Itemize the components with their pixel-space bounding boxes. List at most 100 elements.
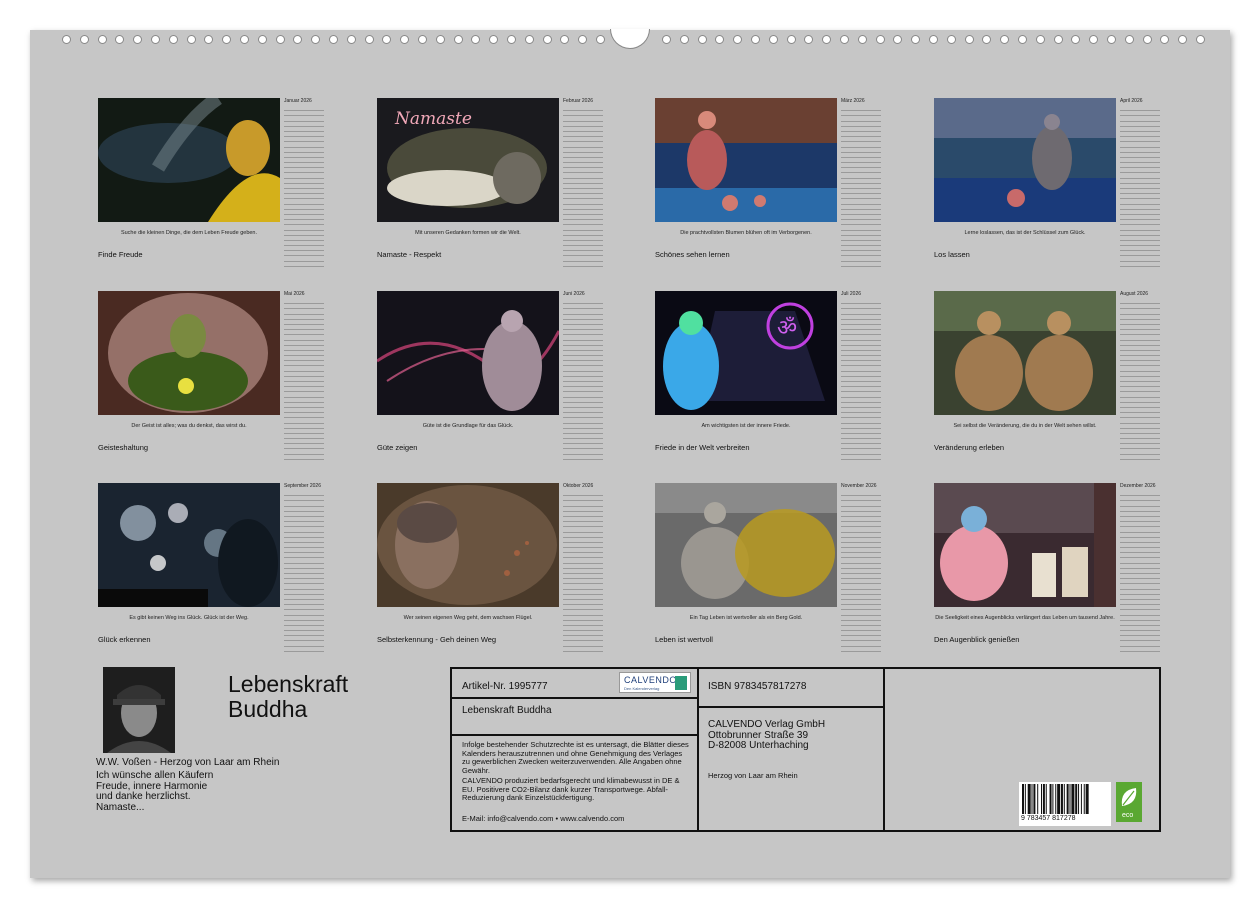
binding-hole <box>275 35 285 44</box>
author-name: W.W. Voßen - Herzog von Laar am Rhein <box>96 757 280 768</box>
day-line <box>563 455 603 460</box>
day-line <box>284 647 324 652</box>
month-title: Schönes sehen lernen <box>655 250 730 259</box>
binding-hole <box>662 35 671 44</box>
month-title: Veränderung erleben <box>934 443 1005 452</box>
month-calendar-strip: Januar 2026 <box>284 98 324 267</box>
month-photo: ॐ <box>655 291 837 415</box>
divider <box>452 734 697 736</box>
logo-text: CALVENDO <box>624 675 677 685</box>
binding-hole <box>697 35 707 44</box>
barcode-bar <box>1055 784 1057 814</box>
legal-notice: Infolge bestehender Schutzrechte ist es … <box>462 740 689 775</box>
info-column-middle: ISBN 9783457817278 CALVENDO Verlag GmbH … <box>699 669 885 830</box>
day-line <box>284 455 324 460</box>
barcode-bar <box>1071 784 1075 814</box>
contact-line: E-Mail: info@calvendo.com • www.calvendo… <box>462 814 625 823</box>
month-panel: August 2026 Sei selbst die Veränderung, d… <box>934 291 1174 461</box>
month-calendar-strip: November 2026 <box>841 483 881 652</box>
month-calendar-strip: Oktober 2026 <box>563 483 603 652</box>
message-line: Ich wünsche allen Käufern <box>96 770 214 781</box>
day-lines <box>1120 491 1160 652</box>
eco-badge: eco <box>1116 782 1142 822</box>
eco-label: eco <box>1122 812 1134 819</box>
divider <box>699 706 883 708</box>
month-panel: Januar 2026 Suche die kleinen Dinge, die … <box>98 98 338 268</box>
month-panel: Oktober 2026 Wer seinen eigenen Weg geht,… <box>377 483 617 653</box>
binding-hole <box>596 35 605 44</box>
barcode-bar <box>1057 784 1061 814</box>
calendar-title: Lebenskraft Buddha <box>228 672 348 722</box>
binding-hole <box>1035 35 1045 44</box>
binding-hole <box>964 35 974 44</box>
isbn-barcode: 9 783457 817278 <box>1019 782 1111 826</box>
month-calendar-strip: Juni 2026 <box>563 291 603 460</box>
publisher-info-box: Artikel-Nr. 1995777 CALVENDO Den Kalende… <box>450 667 1161 832</box>
title-line-2: Buddha <box>228 696 308 722</box>
day-line <box>563 262 603 267</box>
binding-hole <box>524 35 534 44</box>
day-lines <box>284 106 324 267</box>
binding-hole <box>435 35 445 44</box>
month-quote: Am wichtigsten ist der innere Friede. <box>701 423 791 429</box>
month-quote: Der Geist ist alles; was du denkst, das … <box>131 423 247 429</box>
month-name: November 2026 <box>841 483 877 489</box>
month-title: Namaste - Respekt <box>377 250 442 259</box>
month-calendar-strip: März 2026 <box>841 98 881 267</box>
title-line-1: Lebenskraft <box>228 671 349 697</box>
isbn: ISBN 9783457817278 <box>708 681 807 692</box>
barcode-bar <box>1078 784 1080 814</box>
month-panel: Dezember 2026 Die Seeligkeit eines Augenb… <box>934 483 1174 653</box>
month-panel: März 2026 Die prachtvollsten Blumen blühe… <box>655 98 895 268</box>
binding-hole <box>1107 35 1116 44</box>
divider <box>452 697 697 699</box>
barcode-bar <box>1049 784 1052 814</box>
logo-mark-icon <box>675 676 687 690</box>
leaf-icon <box>1121 788 1137 806</box>
month-quote: Sei selbst die Veränderung, die du in de… <box>953 423 1097 429</box>
month-name: April 2026 <box>1120 98 1143 104</box>
binding-hole <box>875 35 885 44</box>
month-title: Glück erkennen <box>98 635 151 644</box>
binding-hole <box>97 35 107 44</box>
month-name: Mai 2026 <box>284 291 305 297</box>
day-line <box>563 647 603 652</box>
binding-hole <box>929 35 938 44</box>
publisher-address: CALVENDO Verlag GmbH Ottobrunner Straße … <box>708 719 826 752</box>
month-name: Juli 2026 <box>841 291 862 297</box>
month-photo <box>377 483 559 607</box>
month-calendar-strip: Mai 2026 <box>284 291 324 460</box>
binding-hole <box>1142 35 1152 44</box>
barcode-bar <box>1033 784 1036 814</box>
barcode-bar <box>1037 784 1039 814</box>
eco-notice: CALVENDO produziert bedarfsgerecht und k… <box>462 776 680 802</box>
month-photo: Namaste <box>377 98 559 222</box>
day-lines <box>563 491 603 652</box>
day-line <box>841 455 881 460</box>
namaste-image-text: Namaste <box>394 109 472 129</box>
binding-hole <box>786 35 796 44</box>
day-lines <box>284 299 324 460</box>
logo-subtext: Den Kalenderverlag <box>624 686 660 691</box>
day-line <box>1120 262 1160 267</box>
month-title: Friede in der Welt verbreiten <box>655 443 750 452</box>
month-name: Dezember 2026 <box>1120 483 1156 489</box>
binding-hole <box>346 35 356 44</box>
month-title: Güte zeigen <box>377 443 418 452</box>
month-name: Oktober 2026 <box>563 483 594 489</box>
month-calendar-strip: August 2026 <box>1120 291 1160 460</box>
binding-hole <box>240 35 249 44</box>
barcode-bar <box>1075 784 1078 814</box>
month-quote: Lerne loslassen, das ist der Schlüssel z… <box>964 230 1086 236</box>
month-name: September 2026 <box>284 483 321 489</box>
month-photo <box>934 483 1116 607</box>
month-photo <box>934 98 1116 222</box>
month-name: August 2026 <box>1120 291 1149 297</box>
month-photo <box>655 483 837 607</box>
month-name: Januar 2026 <box>284 98 312 104</box>
month-quote: Suche die kleinen Dinge, die dem Leben F… <box>120 230 258 236</box>
binding-hole <box>840 35 849 44</box>
article-number: Artikel-Nr. 1995777 <box>462 681 548 692</box>
address-line: CALVENDO Verlag GmbH <box>708 719 826 730</box>
month-calendar-strip: September 2026 <box>284 483 324 652</box>
